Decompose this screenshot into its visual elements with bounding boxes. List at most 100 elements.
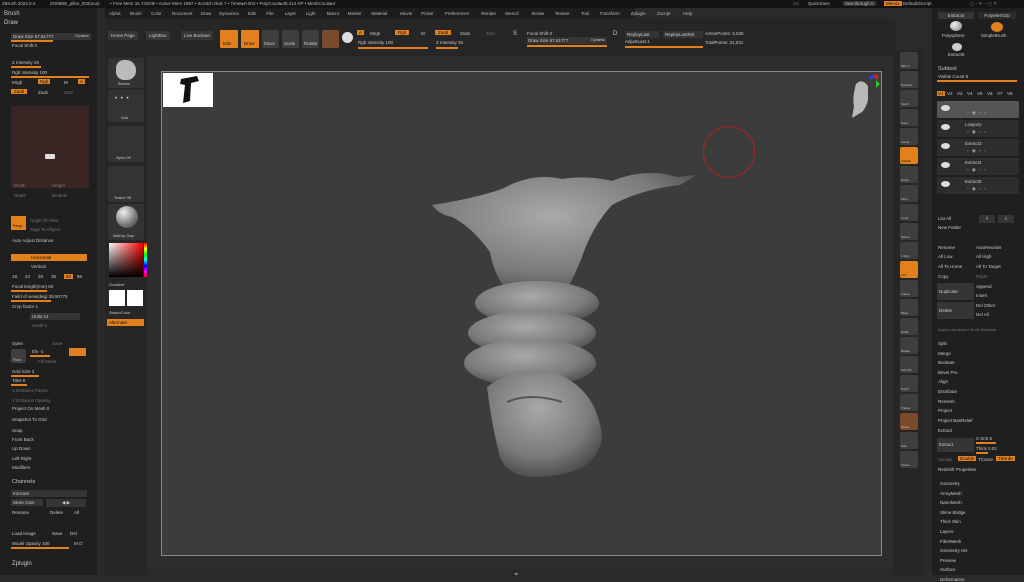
project-on-mesh[interactable]: Project On Mesh 0: [12, 406, 49, 411]
persp-button[interactable]: Persp: [11, 216, 26, 230]
grid-size-slider[interactable]: Grid Size 3: [12, 369, 34, 374]
subtool-tab-v7[interactable]: V7: [997, 91, 1003, 96]
window-controls[interactable]: ▢ ▫ ✕ ─ ▢ ✕: [970, 1, 997, 7]
draw-size-slider[interactable]: Draw Size 67.61777 Dynamic: [527, 37, 607, 44]
subpalette-geometry-hd[interactable]: Geometry HD: [940, 548, 968, 553]
material-thumb[interactable]: MatCap Gray: [108, 204, 144, 240]
snap-button[interactable]: Snap: [12, 428, 23, 433]
shelf-gizmo-button[interactable]: Gizmo: [900, 223, 918, 240]
horizontal-button[interactable]: Horizontal: [11, 254, 87, 261]
new-folder-button[interactable]: New Folder: [938, 225, 961, 230]
subpalette-thick-skin[interactable]: Thick Skin: [940, 519, 961, 524]
extract-button[interactable]: Extract: [937, 438, 974, 452]
subpalette-layers[interactable]: Layers: [940, 529, 954, 534]
viewport[interactable]: [161, 71, 882, 556]
fill-color-swatch[interactable]: [69, 348, 86, 356]
auto-adjust-distance[interactable]: Auto Adjust Distance: [12, 238, 54, 243]
fov-slider[interactable]: Field of view(deg) 39.50775: [12, 294, 68, 299]
menu-dynamics[interactable]: Dynamics: [219, 11, 239, 16]
shelf-transp-button[interactable]: Transp: [900, 394, 918, 411]
zsub-button[interactable]: Zsub: [460, 31, 470, 36]
bottom-scroll-handle[interactable]: ◂▸: [514, 571, 519, 577]
shelf-l-sym-button[interactable]: L.Sym: [900, 242, 918, 259]
focal-length-slider[interactable]: Focal length(mm) 50: [12, 284, 53, 289]
save-button[interactable]: Save: [52, 341, 62, 346]
subpalette-preview[interactable]: Preview: [940, 558, 956, 563]
units-slider[interactable]: Units 14: [30, 313, 80, 320]
a-left[interactable]: A: [78, 79, 86, 84]
snapshot-to-grid[interactable]: Snapshot To Grid: [12, 417, 47, 422]
distribute-menu[interactable]: Distribute: [938, 389, 957, 394]
color-picker[interactable]: [109, 243, 143, 277]
all-to-target-button[interactable]: All To Target: [976, 264, 1001, 269]
y-enhance-opacity[interactable]: Y Enhance Opacity: [12, 398, 50, 403]
draw-size-slider-left[interactable]: Draw Size 67.61777 Dynamic: [11, 33, 91, 40]
subtool-item[interactable]: Extract5 ▫ ◉ ▫ ▫: [937, 177, 1019, 194]
shelf-solo-button[interactable]: Solo: [900, 432, 918, 449]
rename-button-r[interactable]: Rename: [938, 245, 955, 250]
subtool-item[interactable]: Extract3 ▫ ◉ ▫ ▫: [937, 139, 1019, 156]
subtool-toggle-icons[interactable]: ▫ ◉ ▫ ▫: [967, 129, 986, 135]
shelf-rotate-button[interactable]: Rotate: [900, 337, 918, 354]
boolean-menu[interactable]: Boolean: [938, 360, 955, 365]
subtool-tab-v6[interactable]: V6: [987, 91, 993, 96]
quicksave-button[interactable]: QuickSave: [808, 1, 830, 6]
insert-button[interactable]: Insert: [976, 293, 987, 298]
delete-button[interactable]: Delete: [50, 510, 63, 515]
lens-preset-24[interactable]: 24: [25, 274, 30, 279]
scale-slider[interactable]: Scale 0: [32, 323, 47, 328]
zsub-left[interactable]: Zsub: [38, 90, 48, 95]
home-page-button[interactable]: Home Page: [108, 31, 138, 40]
menu-light[interactable]: Light: [306, 11, 316, 16]
shelf-move-button[interactable]: Move: [900, 299, 918, 316]
menu-tool[interactable]: Tool: [581, 11, 589, 16]
shelf-floor-button[interactable]: Floor: [900, 185, 918, 202]
subpalette-nanomesh[interactable]: NanoMesh: [940, 500, 962, 505]
align-menu[interactable]: Align: [938, 379, 948, 384]
shelf-line-fill-button[interactable]: Line Fill: [900, 356, 918, 373]
modifiers-button[interactable]: Modifiers: [12, 465, 30, 470]
append-button[interactable]: Append: [976, 284, 992, 289]
project-basrelief-menu[interactable]: Project BasRelief: [938, 418, 973, 423]
live-boolean-button[interactable]: Live Boolean: [181, 31, 214, 40]
shelf-scroll-button[interactable]: Scroll: [900, 90, 918, 107]
move-up-button[interactable]: ⇧: [979, 215, 995, 223]
thick-slider[interactable]: Thick 0.02: [976, 446, 997, 451]
double-toggle[interactable]: Double: [958, 456, 977, 461]
secondary-color-swatch[interactable]: [127, 290, 143, 306]
tborder-toggle[interactable]: TBorde: [996, 456, 1015, 461]
material-sphere-icon[interactable]: [322, 30, 339, 48]
menus-button[interactable]: Menus: [884, 1, 902, 6]
subtool-item[interactable]: ▫ ◉ ▫ ▫: [937, 101, 1019, 118]
tiles-slider[interactable]: Tiles 8: [12, 378, 25, 383]
remesh-menu[interactable]: Remesh: [938, 399, 955, 404]
zcut-left[interactable]: Zcut: [64, 90, 73, 95]
front-back-button[interactable]: Front Back: [12, 437, 34, 442]
shelf-actual-button[interactable]: Actual: [900, 128, 918, 145]
extract5-thumb[interactable]: Extract5: [948, 52, 965, 57]
menu-picker[interactable]: Picker: [421, 11, 434, 16]
menu-document[interactable]: Document: [172, 11, 193, 16]
subpalette-geometry[interactable]: Geometry: [940, 481, 960, 486]
m-left[interactable]: M: [64, 80, 68, 85]
duplicate-button[interactable]: Duplicate: [937, 283, 974, 300]
draw-palette-title[interactable]: Draw: [4, 20, 18, 26]
subtool-tab-v2[interactable]: V2: [947, 91, 953, 96]
polymesh3d-thumb[interactable]: PolyMesh3D: [978, 12, 1016, 19]
save-image-button[interactable]: Save: [52, 531, 62, 536]
menu-help[interactable]: Help: [683, 11, 692, 16]
subtool-toggle-icons[interactable]: ▫ ◉ ▫ ▫: [967, 148, 986, 154]
texture-thumb[interactable]: Texture Off: [108, 166, 144, 202]
copy-button[interactable]: Copy: [938, 274, 949, 279]
menu-layer[interactable]: Layer: [285, 11, 296, 16]
accept-button[interactable]: Accept: [938, 457, 952, 462]
replay-last-button[interactable]: ReplayLast: [625, 31, 659, 38]
zcut-button[interactable]: Zcut: [486, 31, 495, 36]
subpalette-fibermesh[interactable]: FiberMesh: [940, 539, 961, 544]
alpha-thumb[interactable]: Alpha Off: [108, 126, 144, 162]
mo-button[interactable]: M O: [74, 541, 83, 546]
zadd-button[interactable]: Zadd: [435, 30, 452, 35]
lens-preset-50[interactable]: 50: [64, 274, 74, 279]
shelf-polyf-button[interactable]: PolyF: [900, 375, 918, 392]
z-intensity-slider[interactable]: Z Intensity 26: [436, 40, 463, 45]
